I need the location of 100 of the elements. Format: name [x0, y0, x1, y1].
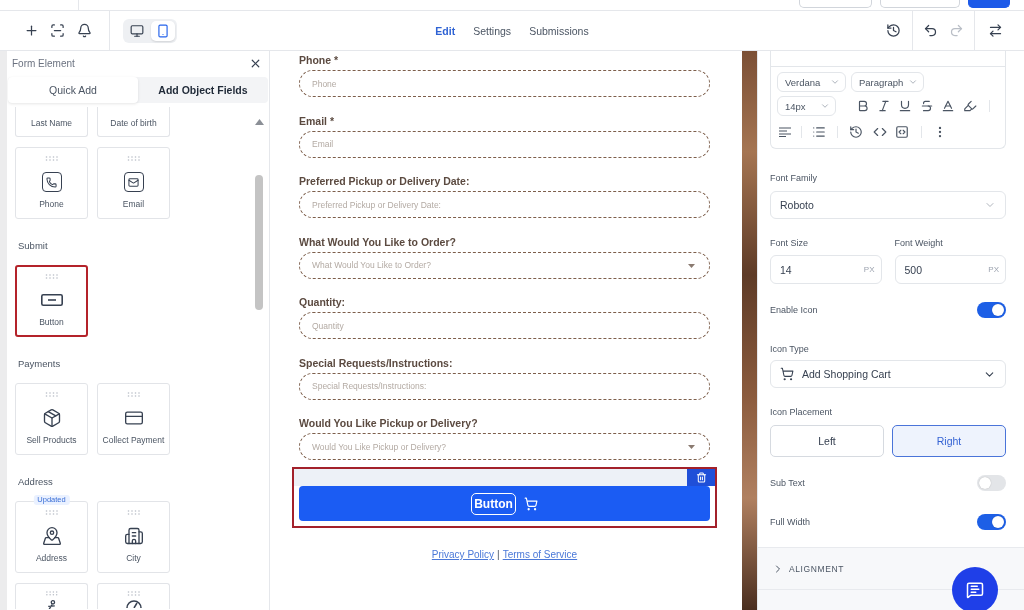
- icon-type-select[interactable]: Add Shopping Cart: [770, 360, 1006, 388]
- input-field[interactable]: Phone: [299, 70, 710, 97]
- drag-handle-icon: [44, 510, 59, 515]
- delete-button[interactable]: [687, 469, 715, 486]
- chevron-down-icon: [820, 101, 830, 111]
- chevron-down-icon: [908, 77, 918, 87]
- font-family-select[interactable]: Roboto: [770, 191, 1006, 219]
- scrollbar-thumb[interactable]: [255, 175, 263, 310]
- bold-icon[interactable]: [856, 99, 870, 113]
- align-left-icon[interactable]: [779, 127, 791, 137]
- device-view-button[interactable]: [151, 20, 175, 41]
- drag-handle-icon: [126, 392, 141, 397]
- input-field[interactable]: Special Requests/Instructions:: [299, 372, 710, 400]
- field-label: Enable Icon: [770, 305, 818, 315]
- select-field[interactable]: What Would You Like to Order?: [299, 251, 710, 279]
- field-label: What Would You Like to Order?: [299, 235, 456, 249]
- field-label: Phone *: [299, 54, 339, 67]
- tab[interactable]: Add Object Fields: [138, 77, 268, 103]
- highlighter-icon[interactable]: [963, 99, 977, 113]
- underline-icon[interactable]: [898, 99, 912, 113]
- placement-button[interactable]: Right: [892, 425, 1006, 457]
- strikethrough-icon[interactable]: [920, 99, 934, 113]
- text-color-icon[interactable]: [941, 99, 955, 113]
- input-field[interactable]: Preferred Pickup or Delivery Date:: [299, 191, 710, 218]
- drag-handle-icon: [44, 392, 59, 397]
- history-icon[interactable]: [886, 23, 901, 38]
- bell-icon[interactable]: [77, 23, 92, 38]
- element-card[interactable]: City: [97, 501, 170, 573]
- undo-icon[interactable]: [923, 23, 938, 38]
- font-dropdown[interactable]: Verdana: [777, 72, 846, 92]
- field-label: Sub Text: [770, 478, 805, 488]
- field-label: Special Requests/Instructions:: [299, 356, 453, 370]
- field-label: Quantity:: [299, 296, 346, 309]
- unit-label: PX: [988, 265, 999, 274]
- figure-icon: [47, 599, 56, 609]
- code-icon[interactable]: [873, 125, 887, 139]
- section-title: Submit: [18, 240, 48, 251]
- unit-label: PX: [863, 265, 875, 274]
- element-card[interactable]: Sell Products: [15, 383, 88, 455]
- field-label: Font Family: [770, 173, 817, 184]
- field-label: Email *: [299, 114, 335, 128]
- element-card[interactable]: Date of birth: [97, 107, 170, 137]
- package-icon: [41, 408, 62, 428]
- element-card[interactable]: Phone: [15, 147, 88, 219]
- section-title: Payments: [18, 358, 61, 369]
- trash-icon: [695, 472, 707, 483]
- field-label: Icon Placement: [770, 407, 833, 418]
- drag-handle-icon: [126, 510, 141, 515]
- field-label: Icon Type: [770, 344, 809, 355]
- caret-icon[interactable]: [688, 263, 695, 268]
- field-label: Full Width: [770, 517, 810, 527]
- toggle-switch[interactable]: [977, 302, 1006, 318]
- monitor-icon: [130, 23, 144, 38]
- cart-icon: [523, 496, 538, 511]
- map-pin-icon: [41, 526, 62, 546]
- chevron-down-icon: [830, 77, 840, 87]
- gauge-icon: [125, 600, 142, 608]
- caret-icon[interactable]: [688, 445, 695, 449]
- embed-icon[interactable]: [895, 125, 909, 139]
- element-card[interactable]: Button: [15, 265, 88, 337]
- element-card[interactable]: [97, 583, 170, 609]
- italic-icon[interactable]: [877, 99, 891, 113]
- element-card[interactable]: Collect Payment: [97, 383, 170, 455]
- plus-icon[interactable]: [24, 23, 39, 38]
- toggle-switch[interactable]: [977, 475, 1006, 491]
- footer-link[interactable]: Privacy Policy: [431, 549, 495, 560]
- size-dropdown[interactable]: 14px: [777, 96, 836, 116]
- mail-icon: [123, 172, 144, 192]
- tab[interactable]: Edit: [427, 20, 464, 41]
- tab[interactable]: Quick Add: [8, 77, 138, 103]
- phone-icon: [41, 172, 62, 192]
- building-icon: [123, 526, 144, 546]
- rectangle-icon: [40, 294, 63, 306]
- drag-handle-icon: [44, 156, 59, 161]
- input-field[interactable]: Quantity: [299, 312, 710, 339]
- block-dropdown[interactable]: Paragraph: [851, 72, 924, 92]
- drag-handle-icon: [126, 591, 141, 596]
- toggle-switch[interactable]: [977, 514, 1006, 530]
- drag-handle-icon: [126, 156, 141, 161]
- list-icon[interactable]: [812, 125, 826, 139]
- element-card[interactable]: Last Name: [15, 107, 88, 137]
- footer-link[interactable]: Terms of Service: [502, 549, 578, 560]
- submit-button[interactable]: Button: [299, 486, 710, 521]
- header-button[interactable]: [968, 0, 1010, 8]
- section-title: Address: [18, 476, 53, 487]
- element-card[interactable]: Email: [97, 147, 170, 219]
- drag-handle-icon: [44, 274, 59, 279]
- field-label: Preferred Pickup or Delivery Date:: [299, 175, 470, 188]
- swap-icon[interactable]: [988, 23, 1003, 38]
- history-icon[interactable]: [849, 125, 863, 139]
- panel-title: Form Element: [12, 57, 75, 69]
- scan-icon[interactable]: [50, 23, 65, 38]
- scroll-up-icon[interactable]: [254, 119, 264, 125]
- tab[interactable]: Settings: [465, 20, 520, 41]
- link-separator: |: [497, 549, 500, 560]
- input-field[interactable]: Email: [299, 130, 710, 158]
- placement-button[interactable]: Left: [770, 425, 884, 457]
- tab[interactable]: Submissions: [521, 20, 597, 41]
- cart-icon: [780, 367, 794, 381]
- select-field[interactable]: Would You Like Pickup or Delivery?: [299, 433, 710, 460]
